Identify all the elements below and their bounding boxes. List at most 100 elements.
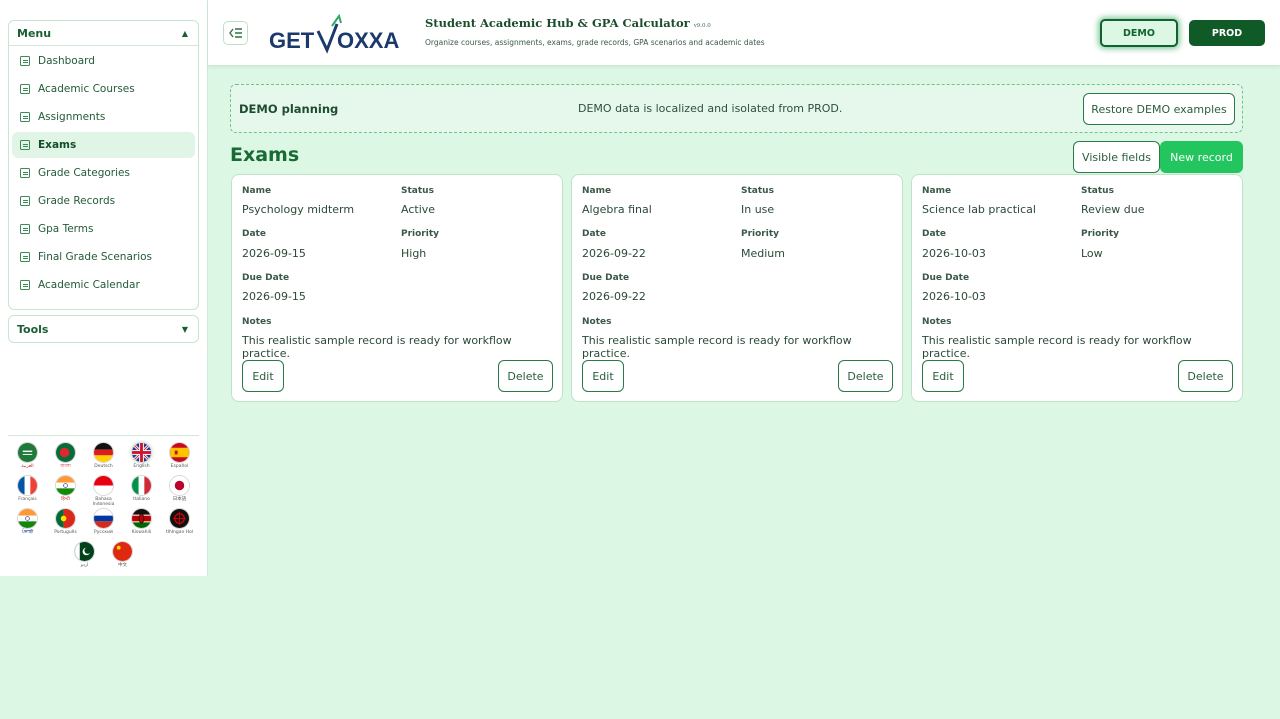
- language-bangla[interactable]: বাংলা: [47, 442, 85, 475]
- status-label: Status: [401, 186, 434, 196]
- sidebar-item-grade-categories[interactable]: Grade Categories: [12, 160, 195, 186]
- app-title: Student Academic Hub & GPA Calculator v9.…: [425, 16, 711, 30]
- germany-flag-icon: [93, 442, 114, 463]
- document-icon: [20, 56, 30, 66]
- language-label: Deutsch: [94, 464, 113, 469]
- date-value: 2026-09-15: [242, 247, 306, 260]
- due-date-label: Due Date: [582, 273, 630, 283]
- env-prod-button[interactable]: PROD: [1189, 20, 1265, 46]
- menu-panel: Menu ▲ Dashboard Academic Courses Assign…: [8, 20, 199, 310]
- new-record-button[interactable]: New record: [1160, 141, 1243, 173]
- delete-button[interactable]: Delete: [498, 360, 553, 392]
- due-date-label: Due Date: [922, 273, 970, 283]
- sidebar: Menu ▲ Dashboard Academic Courses Assign…: [0, 0, 208, 576]
- edit-button[interactable]: Edit: [582, 360, 624, 392]
- name-value: Science lab practical: [922, 203, 1036, 216]
- collapse-sidebar-button[interactable]: [223, 21, 248, 45]
- edit-button[interactable]: Edit: [242, 360, 284, 392]
- notes-value: This realistic sample record is ready fo…: [582, 334, 852, 360]
- document-icon: [20, 196, 30, 206]
- language-japanese[interactable]: 日本語: [161, 475, 199, 508]
- priority-value: High: [401, 247, 427, 260]
- language-label: Português: [54, 530, 77, 535]
- notes-value: This realistic sample record is ready fo…: [922, 334, 1192, 360]
- priority-label: Priority: [741, 229, 779, 239]
- delete-button[interactable]: Delete: [838, 360, 893, 392]
- sidebar-item-final-grade-scenarios[interactable]: Final Grade Scenarios: [12, 244, 195, 270]
- language-arabic[interactable]: العربية: [9, 442, 47, 475]
- menu-header[interactable]: Menu ▲: [9, 21, 198, 46]
- getvoxxa-logo: GET OXXA: [269, 13, 411, 54]
- language-swahili[interactable]: Kiswahili: [123, 508, 161, 541]
- date-label: Date: [582, 229, 606, 239]
- language-klingon[interactable]: tlhIngan Hol: [161, 508, 199, 541]
- due-date-label: Due Date: [242, 273, 290, 283]
- date-value: 2026-09-22: [582, 247, 646, 260]
- sidebar-item-label: Assignments: [38, 111, 106, 123]
- india-flag-icon: [55, 475, 76, 496]
- edit-button[interactable]: Edit: [922, 360, 964, 392]
- name-label: Name: [582, 186, 612, 196]
- date-label: Date: [922, 229, 946, 239]
- language-portuguese[interactable]: Português: [47, 508, 85, 541]
- sidebar-item-label: Academic Courses: [38, 83, 135, 95]
- sidebar-item-dashboard[interactable]: Dashboard: [12, 48, 195, 74]
- language-label: English: [133, 464, 150, 469]
- document-icon: [20, 140, 30, 150]
- date-label: Date: [242, 229, 266, 239]
- language-spanish[interactable]: Español: [161, 442, 199, 475]
- sidebar-item-label: Gpa Terms: [38, 223, 94, 235]
- language-hindi[interactable]: हिन्दी: [47, 475, 85, 508]
- sidebar-item-assignments[interactable]: Assignments: [12, 104, 195, 130]
- sidebar-item-label: Grade Records: [38, 195, 116, 207]
- restore-demo-button[interactable]: Restore DEMO examples: [1083, 93, 1235, 125]
- france-flag-icon: [17, 475, 38, 496]
- sidebar-item-label: Academic Calendar: [38, 279, 140, 291]
- notes-value: This realistic sample record is ready fo…: [242, 334, 512, 360]
- language-punjabi[interactable]: ਪੰਜਾਬੀ: [9, 508, 47, 541]
- document-icon: [20, 112, 30, 122]
- language-label: اردو: [80, 563, 89, 568]
- china-flag-icon: [112, 541, 133, 562]
- language-label: Bahasa Indonesia: [92, 497, 115, 507]
- notes-label: Notes: [242, 317, 272, 327]
- language-french[interactable]: Français: [9, 475, 47, 508]
- due-date-value: 2026-10-03: [922, 290, 986, 303]
- language-label: 日本語: [172, 497, 187, 502]
- japan-flag-icon: [169, 475, 190, 496]
- demo-banner: DEMO planning DEMO data is localized and…: [230, 84, 1243, 133]
- language-chinese[interactable]: 中文: [104, 541, 142, 574]
- svg-text:OXXA: OXXA: [337, 28, 399, 53]
- sidebar-item-grade-records[interactable]: Grade Records: [12, 188, 195, 214]
- sidebar-item-gpa-terms[interactable]: Gpa Terms: [12, 216, 195, 242]
- delete-button[interactable]: Delete: [1178, 360, 1233, 392]
- priority-value: Medium: [741, 247, 785, 260]
- language-italian[interactable]: Italiano: [123, 475, 161, 508]
- record-card: Name Science lab practical Status Review…: [911, 174, 1243, 402]
- status-value: In use: [741, 203, 775, 216]
- visible-fields-button[interactable]: Visible fields: [1073, 141, 1160, 173]
- language-german[interactable]: Deutsch: [85, 442, 123, 475]
- sidebar-item-label: Grade Categories: [38, 167, 130, 179]
- env-demo-button[interactable]: DEMO: [1100, 19, 1178, 47]
- app-header: GET OXXA Student Academic Hub & GPA Calc…: [208, 0, 1280, 66]
- status-value: Active: [401, 203, 436, 216]
- record-card: Name Psychology midterm Status Active Da…: [231, 174, 563, 402]
- sidebar-item-academic-courses[interactable]: Academic Courses: [12, 76, 195, 102]
- language-label: Italiano: [133, 497, 150, 502]
- document-icon: [20, 84, 30, 94]
- sidebar-item-exams[interactable]: Exams: [12, 132, 195, 158]
- india-flag-icon: [17, 508, 38, 529]
- priority-label: Priority: [401, 229, 439, 239]
- name-label: Name: [242, 186, 272, 196]
- tools-panel-header[interactable]: Tools ▼: [8, 315, 199, 343]
- language-label: Kiswahili: [131, 530, 152, 535]
- language-indonesian[interactable]: Bahasa Indonesia: [85, 475, 123, 508]
- priority-label: Priority: [1081, 229, 1119, 239]
- sidebar-item-academic-calendar[interactable]: Academic Calendar: [12, 272, 195, 298]
- sidebar-item-label: Exams: [38, 139, 77, 151]
- document-icon: [20, 280, 30, 290]
- language-russian[interactable]: Русский: [85, 508, 123, 541]
- language-urdu[interactable]: اردو: [66, 541, 104, 574]
- language-english[interactable]: English: [123, 442, 161, 475]
